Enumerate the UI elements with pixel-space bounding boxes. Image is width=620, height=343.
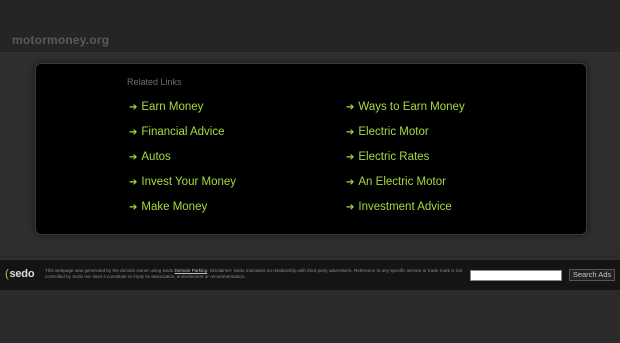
related-link-earn-money[interactable]: ➔ Earn Money <box>129 100 236 125</box>
related-links-left-column: ➔ Earn Money ➔ Financial Advice ➔ Autos ➔ In… <box>129 100 236 225</box>
sedo-logo[interactable]: (sedo <box>5 268 35 280</box>
page-bottom <box>0 290 620 343</box>
arrow-icon: ➔ <box>129 177 138 188</box>
arrow-icon: ➔ <box>346 177 355 188</box>
search-ads-input[interactable] <box>470 270 562 281</box>
arrow-icon: ➔ <box>129 152 138 163</box>
sedo-swoosh-icon: ( <box>5 268 9 280</box>
arrow-icon: ➔ <box>346 152 355 163</box>
related-link-an-electric-motor[interactable]: ➔ An Electric Motor <box>346 175 465 200</box>
arrow-icon: ➔ <box>346 127 355 138</box>
related-link-ways-to-earn-money[interactable]: ➔ Ways to Earn Money <box>346 100 465 125</box>
footer: (sedo This webpage was generated by the … <box>0 259 620 290</box>
disclaimer-text: This webpage was generated by the domain… <box>45 268 463 279</box>
domain-parking-link[interactable]: Domain Parking <box>174 268 207 273</box>
arrow-icon: ➔ <box>129 102 138 113</box>
related-links-panel: Related Links ➔ Earn Money ➔ Financial Adv… <box>35 63 587 235</box>
arrow-icon: ➔ <box>129 202 138 213</box>
related-links-right-column: ➔ Ways to Earn Money ➔ Electric Motor ➔ Ele… <box>346 100 465 225</box>
domain-title: motormoney.org <box>12 33 110 47</box>
related-link-electric-motor[interactable]: ➔ Electric Motor <box>346 125 465 150</box>
related-link-financial-advice[interactable]: ➔ Financial Advice <box>129 125 236 150</box>
arrow-icon: ➔ <box>129 127 138 138</box>
related-link-make-money[interactable]: ➔ Make Money <box>129 200 236 225</box>
related-links-title: Related Links <box>127 77 182 87</box>
arrow-icon: ➔ <box>346 202 355 213</box>
top-bar: motormoney.org <box>0 0 620 53</box>
related-link-investment-advice[interactable]: ➔ Investment Advice <box>346 200 465 225</box>
related-link-electric-rates[interactable]: ➔ Electric Rates <box>346 150 465 175</box>
related-link-invest-your-money[interactable]: ➔ Invest Your Money <box>129 175 236 200</box>
search-ads-button[interactable]: Search Ads <box>569 269 615 281</box>
related-link-autos[interactable]: ➔ Autos <box>129 150 236 175</box>
arrow-icon: ➔ <box>346 102 355 113</box>
